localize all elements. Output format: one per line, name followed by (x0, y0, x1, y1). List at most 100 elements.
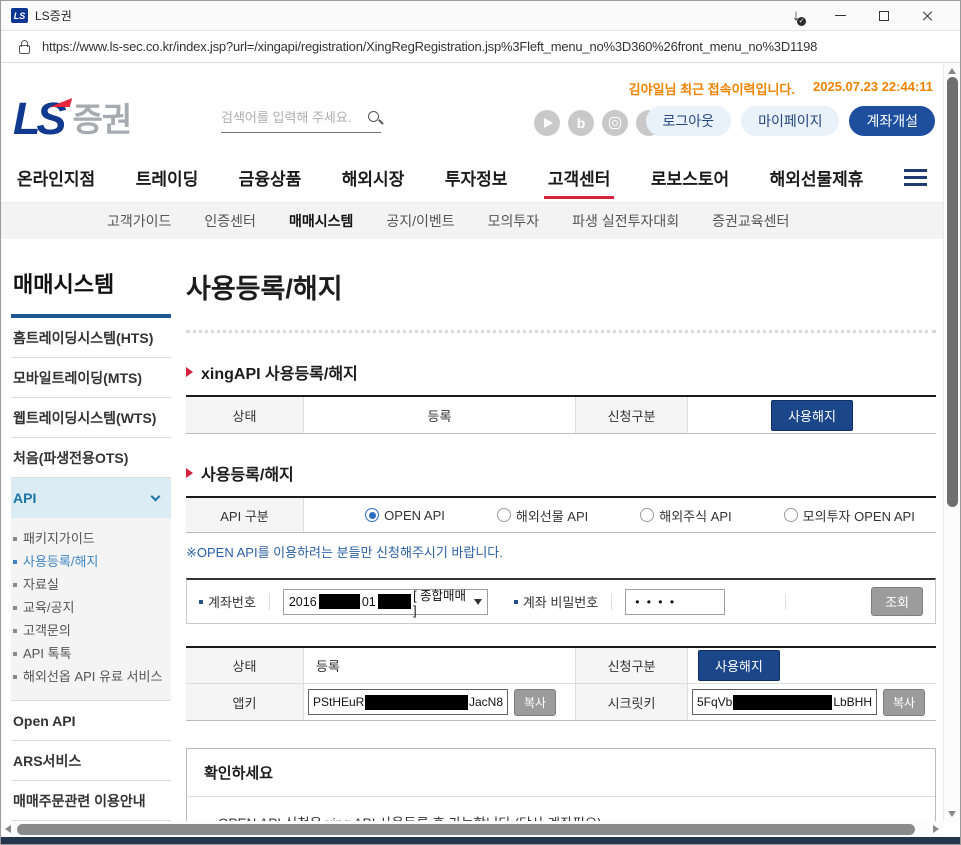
table-row: API 구분 OPEN API 해외선물 API 해외주식 API (186, 498, 936, 532)
subnav-item-customer-guide[interactable]: 고객가이드 (107, 211, 171, 231)
table-row: 상태 등록 신청구분 사용해지 (186, 397, 936, 433)
radio-open-api[interactable]: OPEN API (365, 508, 445, 523)
sidebar-item-order-guide[interactable]: 매매주문관련 이용안내 (11, 781, 171, 821)
minimize-button[interactable] (818, 2, 862, 30)
sidebar-item-ars[interactable]: ARS서비스 (11, 741, 171, 781)
appkey-input[interactable]: PStHEuR JacN8 (308, 689, 508, 715)
vertical-scrollbar-thumb[interactable] (947, 77, 958, 507)
subnav-item-cert-center[interactable]: 인증센터 (204, 211, 256, 231)
bullet-icon (13, 606, 17, 610)
blog-glyph: b (577, 115, 586, 131)
subnav-item-notice-event[interactable]: 공지/이벤트 (386, 211, 454, 231)
radio-icon[interactable] (784, 508, 798, 522)
social-links: b f (534, 110, 662, 136)
lock-icon[interactable] (19, 45, 30, 54)
radio-icon[interactable] (365, 508, 379, 522)
blog-icon[interactable]: b (568, 110, 594, 136)
nav-item-financial-products[interactable]: 금융상품 (239, 153, 302, 203)
xing-status-table: 상태 등록 신청구분 사용해지 (186, 395, 936, 434)
account-password-input[interactable]: • • • • (625, 589, 725, 615)
radio-overseas-stock-api[interactable]: 해외주식 API (640, 506, 731, 525)
nav-item-customer-center[interactable]: 고객센터 (548, 153, 611, 203)
url-text[interactable]: https://www.ls-sec.co.kr/index.jsp?url=/… (42, 39, 817, 54)
sidebar-subitem-package-guide[interactable]: 패키지가이드 (13, 527, 169, 550)
subitem-label: 자료실 (23, 573, 59, 596)
arrow-right-icon[interactable] (933, 825, 939, 833)
sidebar-subitem-registration[interactable]: 사용등록/해지 (13, 550, 169, 573)
sidebar-subitem-overseas-paid-service[interactable]: 해외선옵 API 유료 서비스 (13, 665, 169, 688)
clipped-content-strip (1, 837, 960, 844)
sidebar-subitem-data-room[interactable]: 자료실 (13, 573, 169, 596)
account-prefix: 2016 (289, 595, 317, 609)
arrow-up-icon[interactable] (948, 68, 956, 74)
nav-item-overseas-market[interactable]: 해외시장 (342, 153, 405, 203)
sub-navigation: 고객가이드 인증센터 매매시스템 공지/이벤트 모의투자 파생 실전투자대회 증… (1, 203, 943, 239)
youtube-icon[interactable] (534, 110, 560, 136)
api-key-table: 상태 등록 신청구분 사용해지 앱키 PStHEuR JacN8 (186, 646, 936, 721)
nav-item-investment-info[interactable]: 투자정보 (445, 153, 508, 203)
search-icon[interactable] (368, 111, 379, 122)
arrow-left-icon[interactable] (5, 825, 11, 833)
secretkey-input[interactable]: 5FqVb LbBHH (692, 689, 877, 715)
search-placeholder[interactable]: 검색어를 입력해 주세요. (221, 107, 368, 126)
nav-item-overseas-futures[interactable]: 해외선물제휴 (770, 153, 864, 203)
mypage-button[interactable]: 마이페이지 (741, 106, 839, 136)
ls-securities-logo[interactable]: LS 증권 (13, 93, 131, 141)
sidebar-item-open-api[interactable]: Open API (11, 701, 171, 741)
bullet-icon (514, 600, 518, 604)
sidebar-api-submenu: 패키지가이드 사용등록/해지 자료실 교육/공지 고객문의 API 톡톡 해외선… (11, 518, 171, 701)
sidebar-item-wts[interactable]: 웹트레이딩시스템(WTS) (11, 398, 171, 438)
api-type-radios: OPEN API 해외선물 API 해외주식 API 모의투자 OPE (304, 498, 936, 532)
app-logo-icon: LS (11, 8, 28, 23)
subnav-item-trading-system[interactable]: 매매시스템 (289, 211, 353, 231)
notice-box: 확인하세요 OPEN API 신청은 xing API 사용등록 후 가능합니다… (186, 748, 936, 821)
download-icon[interactable]: ↓ ✓ (774, 2, 818, 30)
logout-button[interactable]: 로그아웃 (646, 106, 732, 136)
bullet-icon (13, 583, 17, 587)
search-input[interactable]: 검색어를 입력해 주세요. (221, 107, 381, 133)
sidebar-item-api[interactable]: API (11, 478, 171, 518)
divider (269, 594, 270, 610)
cancel-use-button[interactable]: 사용해지 (698, 650, 780, 681)
subitem-label: 패키지가이드 (23, 527, 95, 550)
browser-urlbar[interactable]: https://www.ls-sec.co.kr/index.jsp?url=/… (1, 31, 960, 63)
account-open-button[interactable]: 계좌개설 (849, 106, 935, 136)
nav-item-online-branch[interactable]: 온라인지점 (17, 153, 95, 203)
sidebar-item-ots[interactable]: 처음(파생전용OTS) (11, 438, 171, 478)
sidebar-item-hts[interactable]: 홈트레이딩시스템(HTS) (11, 318, 171, 358)
radio-overseas-futures-api[interactable]: 해외선물 API (497, 506, 588, 525)
close-button[interactable] (906, 2, 950, 30)
subitem-label: API 톡톡 (23, 642, 72, 665)
account-select[interactable]: 2016 01 [ 종합매매 ] (283, 589, 488, 615)
xing-cancel-button[interactable]: 사용해지 (771, 400, 853, 431)
label-text: 계좌 비밀번호 (523, 592, 598, 611)
radio-icon[interactable] (497, 508, 511, 522)
sidebar-subitem-education-notice[interactable]: 교육/공지 (13, 596, 169, 619)
api-type-label: API 구분 (186, 498, 304, 532)
maximize-button[interactable] (862, 2, 906, 30)
radio-mock-open-api[interactable]: 모의투자 OPEN API (784, 506, 915, 525)
arrow-down-icon[interactable] (948, 811, 956, 817)
status-label: 상태 (186, 648, 304, 683)
radio-icon[interactable] (640, 508, 654, 522)
secretkey-copy-button[interactable]: 복사 (883, 689, 925, 716)
sidebar-item-mts[interactable]: 모바일트레이딩(MTS) (11, 358, 171, 398)
nav-item-robo-store[interactable]: 로보스토어 (651, 153, 729, 203)
query-button[interactable]: 조회 (871, 587, 923, 616)
subnav-item-education-center[interactable]: 증권교육센터 (712, 211, 789, 231)
login-info: 김야일님 최근 접속이력입니다. 2025.07.23 22:44:11 (629, 79, 933, 98)
sidebar-subitem-api-talk[interactable]: API 톡톡 (13, 642, 169, 665)
subnav-item-derivatives-contest[interactable]: 파생 실전투자대회 (572, 211, 679, 231)
bullet-icon (13, 629, 17, 633)
appkey-copy-button[interactable]: 복사 (514, 689, 556, 716)
bullet-icon (13, 560, 17, 564)
subnav-item-mock-investment[interactable]: 모의투자 (488, 211, 540, 231)
sidebar-subitem-customer-inquiry[interactable]: 고객문의 (13, 619, 169, 642)
vertical-scrollbar[interactable] (943, 63, 960, 821)
minimize-icon (835, 15, 846, 17)
hamburger-icon[interactable] (904, 169, 927, 186)
instagram-icon[interactable] (602, 110, 628, 136)
horizontal-scrollbar[interactable] (1, 821, 943, 837)
horizontal-scrollbar-thumb[interactable] (17, 824, 915, 835)
nav-item-trading[interactable]: 트레이딩 (136, 153, 199, 203)
